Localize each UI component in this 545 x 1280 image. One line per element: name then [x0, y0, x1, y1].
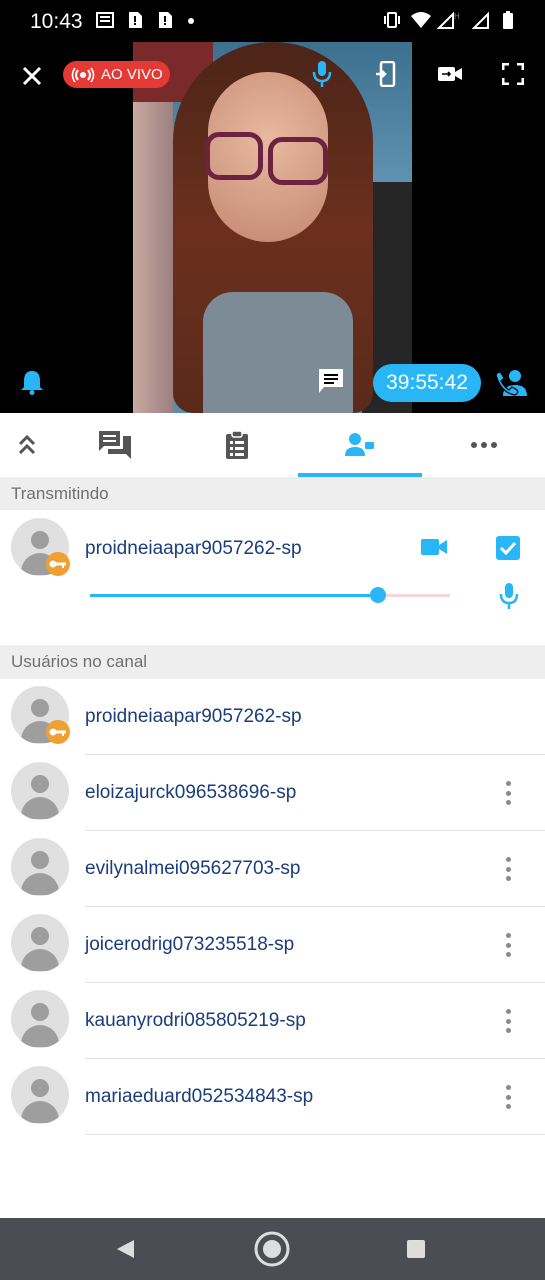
volume-slider-fill: [90, 594, 378, 597]
more-horizontal-icon: [470, 442, 497, 448]
switch-camera-button[interactable]: [434, 60, 466, 88]
owner-key-badge: [46, 552, 70, 576]
list-item[interactable]: proidneiaapar9057262-sp: [0, 679, 545, 755]
app-root: 10:43 H AO VIVO 39:55:42 Transmitindo pr…: [0, 0, 545, 1280]
owner-key-badge: [46, 720, 70, 744]
volume-slider-thumb[interactable]: [370, 587, 386, 603]
sim-alert-icon: [129, 12, 142, 28]
mic-icon: [499, 583, 519, 609]
broadcast-icon: [71, 67, 95, 82]
section-channel-users: Usuários no canal: [0, 645, 545, 679]
double-chevron-up-icon: [18, 434, 36, 455]
user-menu-button[interactable]: [500, 1009, 516, 1033]
recents-square-icon: [407, 1240, 425, 1258]
notifications-button[interactable]: [18, 366, 46, 398]
person-speaker-icon: [345, 433, 374, 456]
list-item[interactable]: evilynalmei095627703-sp: [0, 831, 545, 907]
broadcaster-mic-button[interactable]: [496, 580, 522, 612]
home-button[interactable]: [251, 1230, 293, 1268]
back-button[interactable]: [110, 1234, 140, 1264]
list-item[interactable]: mariaeduard052534843-sp: [0, 1059, 545, 1135]
avatar: [11, 838, 69, 896]
volume-slider[interactable]: [90, 587, 450, 603]
signal-icon: [472, 11, 489, 29]
close-button[interactable]: [18, 62, 46, 90]
camera-switch-icon: [438, 67, 462, 81]
section-broadcasting: Transmitindo: [0, 477, 545, 511]
broadcast-timer: 39:55:42: [373, 364, 481, 402]
end-call-button[interactable]: [494, 366, 532, 400]
status-time: 10:43: [30, 10, 83, 33]
battery-icon: [503, 11, 513, 29]
tab-users[interactable]: [298, 413, 422, 477]
tab-collapse[interactable]: [0, 413, 54, 477]
video-camera-icon: [421, 539, 447, 555]
divider: [85, 1134, 545, 1135]
broadcaster-row: proidneiaapar9057262-sp: [0, 510, 545, 626]
tab-clipboard[interactable]: [176, 413, 298, 477]
tab-chat[interactable]: [54, 413, 176, 477]
video-player[interactable]: AO VIVO 39:55:42: [0, 42, 545, 413]
clipboard-list-icon: [226, 430, 248, 459]
key-icon: [49, 728, 66, 736]
broadcaster-video-checkbox[interactable]: [494, 534, 522, 562]
bell-icon: [21, 371, 43, 395]
mic-icon: [312, 61, 332, 87]
wifi-icon: [411, 12, 431, 28]
avatar: [11, 990, 69, 1048]
user-name: mariaeduard052534843-sp: [85, 1086, 314, 1107]
broadcaster-username: proidneiaapar9057262-sp: [85, 538, 302, 559]
notification-dot: [188, 18, 194, 24]
user-menu-button[interactable]: [500, 1085, 516, 1109]
user-menu-button[interactable]: [500, 781, 516, 805]
chat-icon: [319, 369, 343, 393]
broadcaster-video-button[interactable]: [418, 534, 450, 560]
live-label: AO VIVO: [101, 66, 163, 83]
phone-person-icon: [495, 370, 527, 396]
list-item[interactable]: kauanyrodri085805219-sp: [0, 983, 545, 1059]
vibrate-icon: [384, 12, 400, 28]
news-icon: [96, 12, 114, 28]
list-item[interactable]: joicerodrig073235518-sp: [0, 907, 545, 983]
status-bar: 10:43 H: [0, 0, 545, 42]
user-name: evilynalmei095627703-sp: [85, 858, 301, 879]
chat-bubbles-icon: [99, 431, 131, 459]
camera-feed: [133, 42, 412, 413]
signal-h-icon: H: [437, 11, 460, 29]
fullscreen-icon: [502, 63, 524, 85]
fullscreen-button[interactable]: [498, 59, 528, 89]
user-menu-button[interactable]: [500, 857, 516, 881]
key-icon: [49, 560, 66, 568]
mic-button[interactable]: [308, 58, 336, 90]
switch-device-button[interactable]: [371, 58, 401, 90]
user-name: kauanyrodri085805219-sp: [85, 1010, 306, 1031]
list-item[interactable]: eloizajurck096538696-sp: [0, 755, 545, 831]
svg-text:H: H: [454, 12, 460, 21]
tab-more[interactable]: [422, 413, 545, 477]
home-circle-icon: [254, 1231, 290, 1267]
live-badge: AO VIVO: [63, 61, 170, 88]
user-menu-button[interactable]: [500, 933, 516, 957]
close-icon: [22, 66, 42, 86]
user-name: joicerodrig073235518-sp: [85, 934, 295, 955]
back-triangle-icon: [117, 1240, 134, 1258]
avatar: [11, 762, 69, 820]
phone-switch-icon: [376, 61, 396, 87]
sim-alert-icon-2: [159, 12, 172, 28]
user-name: proidneiaapar9057262-sp: [85, 706, 302, 727]
user-name: eloizajurck096538696-sp: [85, 782, 297, 803]
tab-bar: [0, 413, 545, 477]
avatar: [11, 1066, 69, 1124]
system-nav-bar: [0, 1218, 545, 1280]
recents-button[interactable]: [402, 1235, 430, 1263]
avatar: [11, 914, 69, 972]
checkbox-checked-icon: [496, 536, 520, 560]
chat-overlay-button[interactable]: [314, 364, 348, 398]
